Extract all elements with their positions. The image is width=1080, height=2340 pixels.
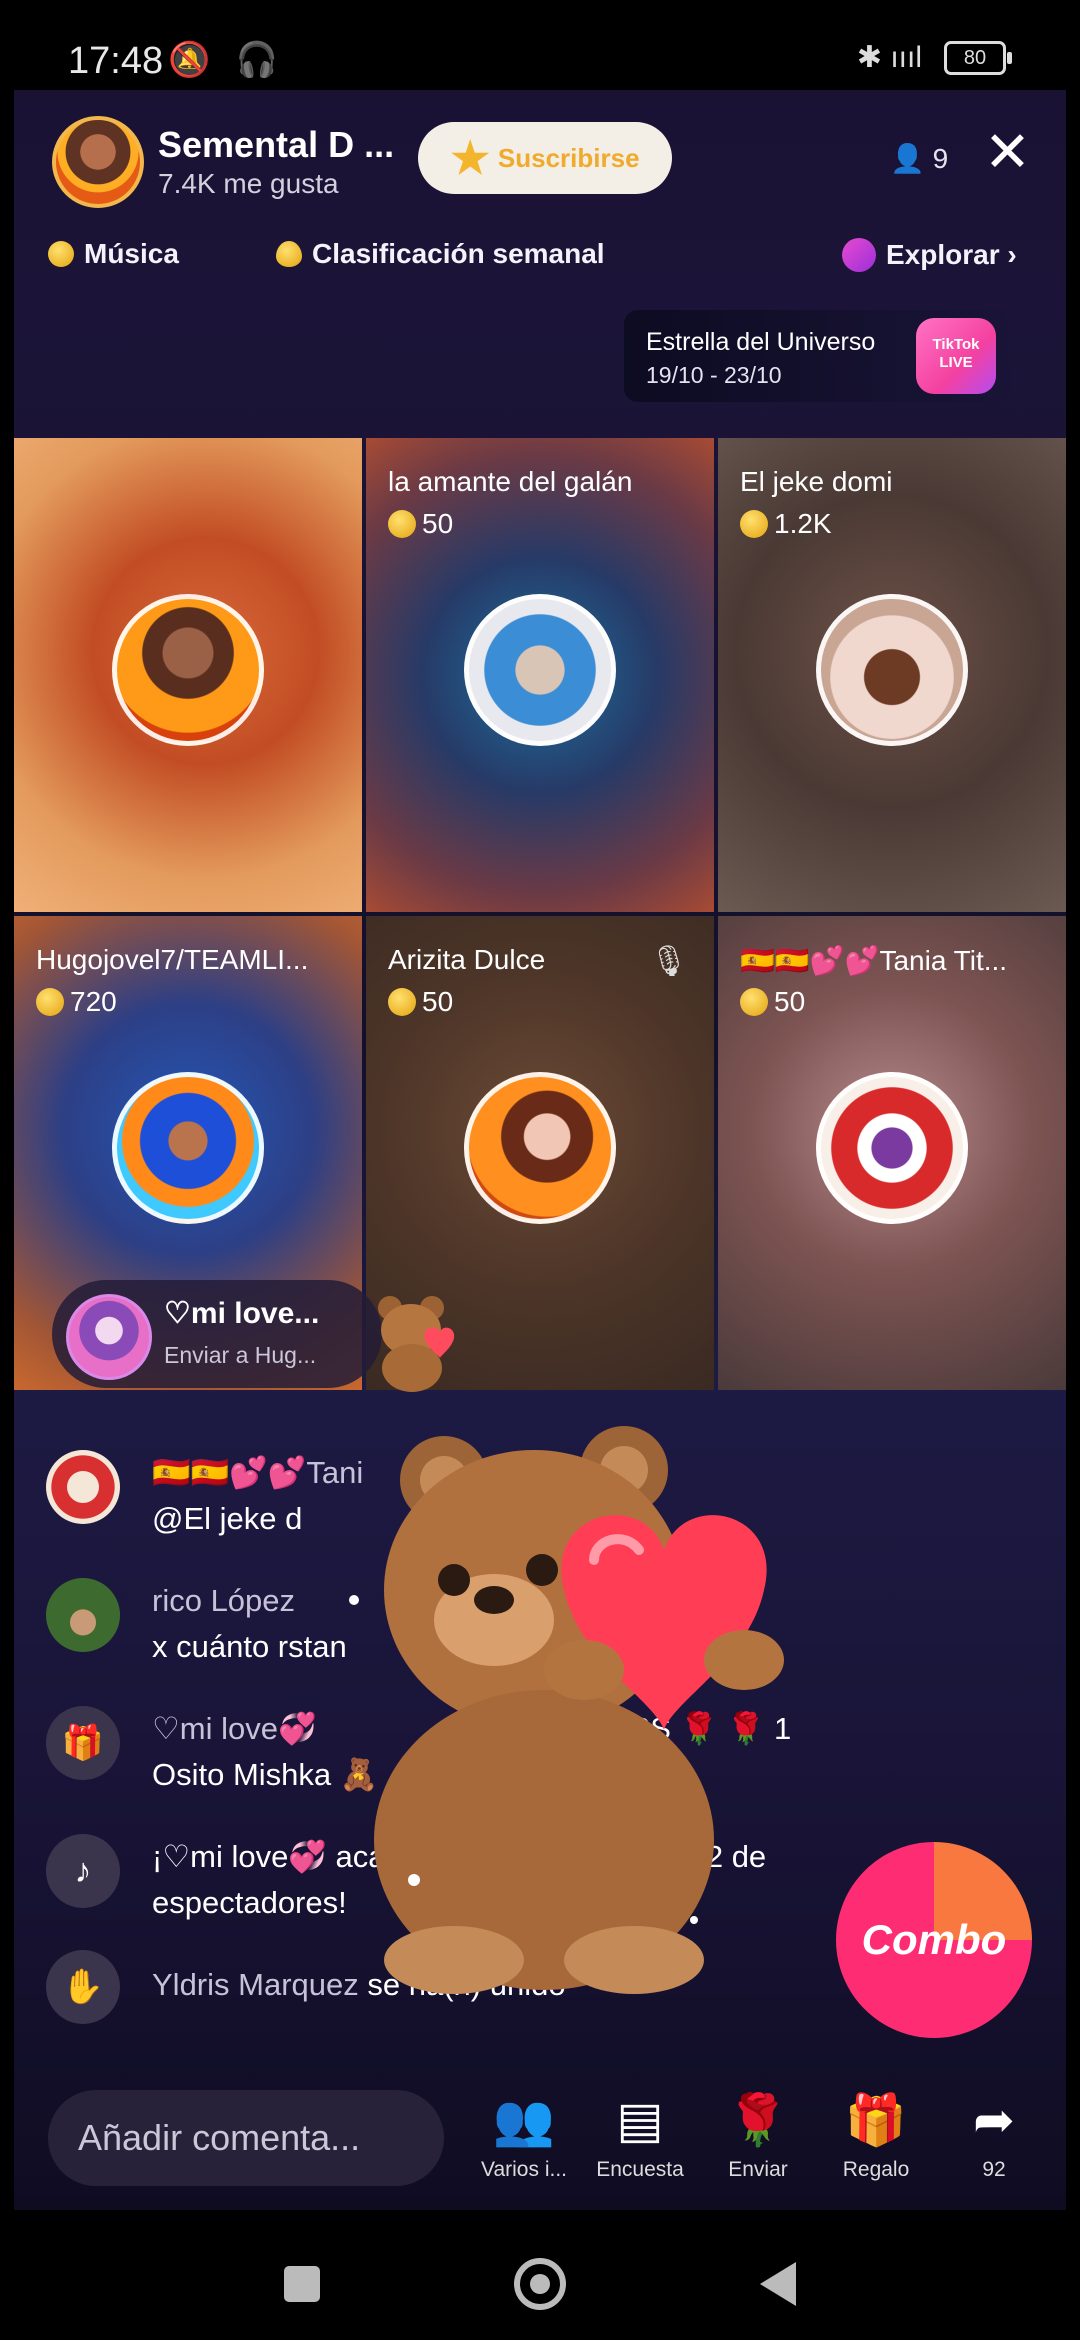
gift-icon: 🎁 [46, 1706, 120, 1780]
teddy-bear-heart-animation [349, 1426, 784, 1994]
bottom-bar: Añadir comenta... 👥 Varios i... ▤ Encues… [14, 2080, 1066, 2210]
host-likes: 7.4K me gusta [158, 168, 339, 199]
home-button[interactable] [514, 2258, 566, 2310]
guest-coins: 720 [36, 986, 117, 1018]
guest-avatar[interactable] [816, 1072, 968, 1224]
star-icon: ★ [450, 133, 490, 183]
sender-avatar [66, 1294, 152, 1380]
poll-button[interactable]: ▤ Encuesta [582, 2088, 698, 2182]
coin-icon [740, 510, 768, 538]
weekly-ranking-chip[interactable]: Clasificación semanal [276, 238, 605, 270]
user-avatar[interactable] [46, 1578, 120, 1652]
guest-avatar[interactable] [464, 594, 616, 746]
poll-icon: ▤ [616, 2092, 664, 2148]
guest-name: Hugojovel7/TEAMLI... [36, 944, 309, 975]
guest-name: Arizita Dulce [388, 944, 546, 975]
share-count: 92 [982, 2158, 1006, 2181]
coin-icon [740, 988, 768, 1016]
close-button[interactable]: ✕ [984, 124, 1031, 180]
event-dates: 19/10 - 23/10 [646, 362, 782, 388]
host-card[interactable]: Semental D ... 7.4K me gusta [52, 116, 394, 208]
guest-avatar[interactable] [816, 594, 968, 746]
people-icon: 👥 [492, 2092, 556, 2148]
notification-icons: 🔕 🎧 [168, 41, 287, 79]
guest-grid: la amante del galán 50 El jeke domi 1.2K… [14, 438, 1066, 1390]
mic-muted-icon: 🎙 [649, 945, 688, 978]
signal-icons: ✱ ıııl [856, 41, 922, 74]
guest-coins-value: 50 [422, 986, 454, 1017]
share-button[interactable]: ➦ 92 [936, 2088, 1052, 2182]
battery-icon: 80 [944, 40, 1012, 75]
recents-button[interactable] [284, 2266, 320, 2302]
tiktok-icon: ♪ [46, 1834, 120, 1908]
action-label: Regalo [842, 2158, 910, 2181]
chat-username: ♡mi love💞 [152, 1711, 317, 1746]
viewer-count[interactable]: 👤 9 [890, 142, 948, 175]
user-avatar[interactable] [46, 1450, 120, 1524]
action-label: Varios i... [481, 2158, 567, 2181]
system-nav-bar [0, 2214, 1080, 2340]
music-icon [48, 241, 74, 267]
live-screen: Semental D ... 7.4K me gusta ★ Suscribir… [14, 90, 1066, 2210]
rose-icon: 🌹 [726, 2092, 790, 2148]
subscribe-button[interactable]: ★ Suscribirse [418, 122, 672, 194]
guest-coins: 50 [388, 986, 453, 1018]
music-label: Música [84, 238, 179, 269]
guest-name: 🇪🇸🇪🇸💕💕Tania Tit... [740, 945, 1008, 976]
teddy-bear-gift-icon [378, 1296, 455, 1392]
event-banner[interactable]: Estrella del Universo 19/10 - 23/10 TikT… [624, 310, 1010, 402]
guest-coins: 1.2K [740, 508, 832, 540]
music-chip[interactable]: Música [48, 238, 179, 270]
guest-avatar[interactable] [112, 1072, 264, 1224]
subscribe-label: Suscribirse [497, 142, 640, 173]
comment-input[interactable]: Añadir comenta... [48, 2090, 444, 2186]
send-rose-button[interactable]: 🌹 Enviar [700, 2088, 816, 2182]
guest-tile[interactable]: la amante del galán 50 [366, 438, 714, 912]
guest-coins-value: 1.2K [774, 508, 832, 539]
explore-chip[interactable]: Explorar › [842, 238, 1017, 272]
action-label: Enviar [728, 2158, 788, 2181]
gift-button[interactable]: 🎁 Regalo [818, 2088, 934, 2182]
host-text: Semental D ... 7.4K me gusta [158, 124, 394, 200]
guest-coins-value: 50 [422, 508, 454, 539]
guest-tile[interactable]: El jeke domi 1.2K [718, 438, 1066, 912]
combo-button[interactable]: Combo [836, 1842, 1032, 2038]
guest-tile[interactable]: 🇪🇸🇪🇸💕💕Tania Tit... 50 [718, 916, 1066, 1390]
coin-icon [36, 988, 64, 1016]
medal-icon [276, 241, 302, 267]
guest-coins-value: 50 [774, 986, 806, 1017]
gift-toast[interactable]: ♡mi love... Enviar a Hug... [52, 1280, 382, 1388]
explore-label: Explorar › [886, 239, 1017, 270]
person-icon: 👤 [890, 143, 925, 174]
clock: 17:48 [68, 40, 164, 82]
guest-name: la amante del galán [388, 466, 633, 497]
host-name: Semental D ... [158, 124, 395, 165]
back-button[interactable] [760, 2262, 796, 2306]
guest-avatar[interactable] [464, 1072, 616, 1224]
guest-coins-value: 720 [70, 986, 117, 1017]
host-avatar[interactable] [52, 116, 144, 208]
status-right: ✱ ıııl 80 [856, 40, 1012, 75]
coin-icon [388, 510, 416, 538]
viewer-count-value: 9 [932, 143, 949, 174]
share-icon: ➦ [973, 2092, 1015, 2148]
wave-icon: ✋ [46, 1950, 120, 2024]
guest-coins: 50 [388, 508, 453, 540]
gift-subtitle: Enviar a Hug... [164, 1342, 317, 1368]
action-label: Encuesta [596, 2158, 684, 2181]
guest-name: El jeke domi [740, 466, 893, 497]
guest-coins: 50 [740, 986, 805, 1018]
guest-tile[interactable] [14, 438, 362, 912]
gift-sender: ♡mi love... [164, 1297, 320, 1330]
gift-icon: 🎁 [844, 2092, 908, 2148]
tiktok-live-badge: TikTok LIVE [916, 318, 996, 394]
status-bar: 17:48 🔕 🎧 ✱ ıııl 80 [0, 0, 1080, 90]
coin-icon [388, 988, 416, 1016]
weekly-ranking-label: Clasificación semanal [312, 238, 605, 269]
event-title: Estrella del Universo [646, 328, 876, 356]
explore-icon [842, 238, 876, 272]
guest-avatar[interactable] [112, 594, 264, 746]
multi-guest-button[interactable]: 👥 Varios i... [466, 2088, 582, 2182]
